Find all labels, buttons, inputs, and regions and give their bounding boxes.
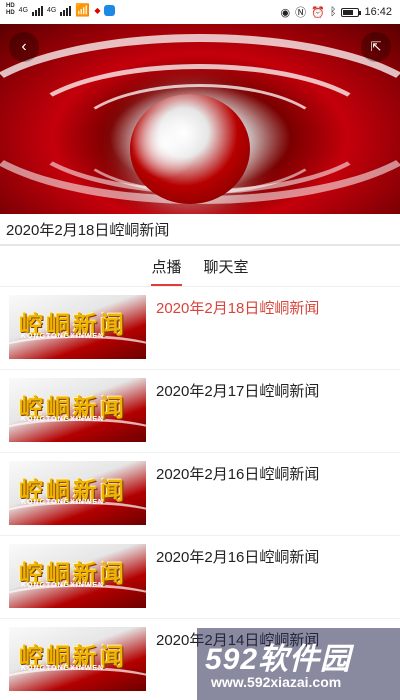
video-player[interactable]: ‹ ⇱ (0, 24, 400, 214)
episode-thumbnail: 崆峒新闻 KONGTONGXINWEN (9, 627, 146, 691)
status-time: 16:42 (364, 6, 392, 18)
share-icon: ⇱ (370, 39, 382, 54)
thumbnail-subtitle: KONGTONGXINWEN (21, 499, 105, 506)
back-icon: ‹ (21, 38, 27, 55)
episode-thumbnail: 崆峒新闻 KONGTONGXINWEN (9, 544, 146, 608)
app-notification-icon: ◆ (94, 5, 101, 15)
net1-label: 4G (18, 6, 29, 14)
status-bar: HD HD 4G 4G 📶 ◆ ◉ Ⓝ ⏰ ᛒ 16:42 (0, 0, 400, 24)
status-right: ◉ Ⓝ ⏰ ᛒ 16:42 (281, 4, 392, 20)
net2-label: 4G (47, 6, 57, 14)
video-title: 2020年2月18日崆峒新闻 (6, 222, 170, 239)
watermark: 592软件园 www.592xiazai.com (197, 628, 400, 700)
eye-icon: ◉ (280, 6, 291, 19)
thumbnail-subtitle: KONGTONGXINWEN (21, 416, 105, 423)
signal-icon-2 (60, 4, 72, 16)
app-notification-icon-2 (104, 4, 116, 16)
episode-title: 2020年2月17日崆峒新闻 (156, 383, 320, 400)
thumbnail-subtitle: KONGTONGXINWEN (21, 333, 105, 340)
tab-chat-room[interactable]: 聊天室 (204, 256, 249, 286)
episode-thumbnail: 崆峒新闻 KONGTONGXINWEN (9, 295, 146, 359)
signal-icon (32, 4, 44, 16)
back-button[interactable]: ‹ (9, 32, 39, 62)
episode-title: 2020年2月16日崆峒新闻 (156, 466, 320, 483)
wifi-icon: 📶 (75, 3, 91, 17)
tab-bar: 点播 聊天室 (0, 256, 400, 286)
episode-thumbnail: 崆峒新闻 KONGTONGXINWEN (9, 461, 146, 525)
tab-on-demand[interactable]: 点播 (151, 256, 182, 286)
alarm-icon: ⏰ (311, 6, 325, 19)
episode-title: 2020年2月18日崆峒新闻 (156, 300, 320, 317)
sim-indicators: HD HD (6, 3, 15, 17)
sim2-label: HD (6, 10, 15, 16)
status-left: HD HD 4G 4G 📶 ◆ (6, 3, 116, 17)
light-flare (130, 109, 200, 179)
bluetooth-icon: ᛒ (329, 6, 337, 18)
watermark-url: www.592xiazai.com (211, 674, 342, 690)
list-item[interactable]: 崆峒新闻 KONGTONGXINWEN 2020年2月16日崆峒新闻 (0, 453, 400, 536)
share-button[interactable]: ⇱ (361, 32, 391, 62)
episode-title: 2020年2月16日崆峒新闻 (156, 549, 320, 566)
nfc-icon: Ⓝ (295, 7, 307, 19)
watermark-logo: 592软件园 (205, 643, 352, 676)
battery-icon (341, 7, 362, 17)
episode-thumbnail: 崆峒新闻 KONGTONGXINWEN (9, 378, 146, 442)
divider (0, 244, 400, 246)
list-item[interactable]: 崆峒新闻 KONGTONGXINWEN 2020年2月18日崆峒新闻 (0, 287, 400, 370)
list-item[interactable]: 崆峒新闻 KONGTONGXINWEN 2020年2月16日崆峒新闻 (0, 536, 400, 619)
sim1-label: HD (6, 3, 15, 9)
thumbnail-subtitle: KONGTONGXINWEN (21, 582, 105, 589)
thumbnail-subtitle: KONGTONGXINWEN (21, 665, 105, 672)
list-item[interactable]: 崆峒新闻 KONGTONGXINWEN 2020年2月17日崆峒新闻 (0, 370, 400, 453)
